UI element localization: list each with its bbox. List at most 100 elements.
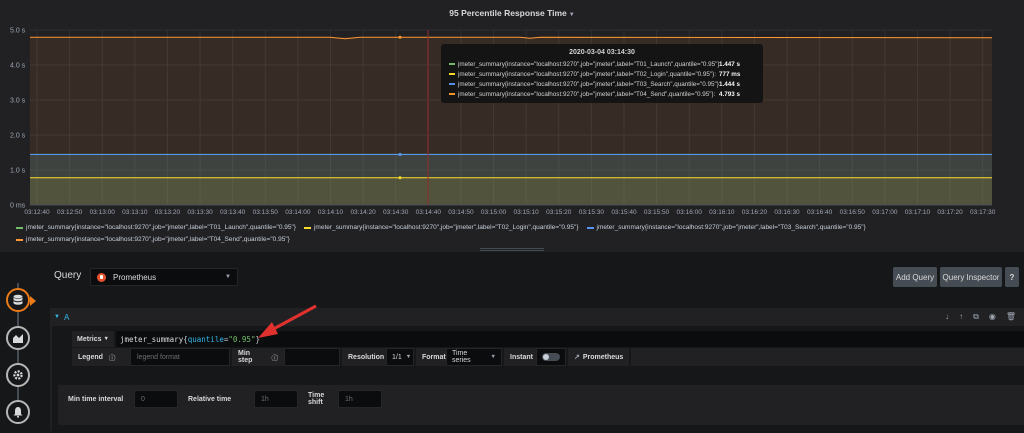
tooltip-time: 2020-03-04 03:14:30 bbox=[569, 49, 635, 56]
x-tick-label: 03:15:10 bbox=[513, 209, 539, 216]
collapse-icon[interactable]: ▼ bbox=[54, 314, 60, 320]
x-tick-label: 03:15:00 bbox=[481, 209, 507, 216]
x-tick-label: 03:13:20 bbox=[155, 209, 181, 216]
y-tick-label: 1.0 s bbox=[10, 168, 26, 175]
tooltip-series-value: 1.447 s bbox=[719, 60, 741, 68]
panel-title-text[interactable]: 95 Percentile Response Time bbox=[449, 8, 566, 18]
add-query-button[interactable]: Add Query bbox=[893, 267, 937, 287]
time-shift-label: Time shift bbox=[302, 390, 338, 408]
info-icon[interactable]: ⓘ bbox=[109, 352, 116, 362]
legend-label: jmeter_summary{instance="localhost:9270"… bbox=[26, 224, 296, 231]
external-link-icon: ↗ bbox=[574, 354, 580, 361]
x-tick-label: 03:17:30 bbox=[970, 209, 996, 216]
database-icon bbox=[13, 294, 23, 305]
x-tick-label: 03:15:30 bbox=[579, 209, 605, 216]
time-shift-input[interactable]: 1h bbox=[338, 390, 382, 408]
tooltip-series-name: jmeter_summary{instance="localhost:9270"… bbox=[458, 70, 717, 78]
x-tick-label: 03:16:10 bbox=[709, 209, 735, 216]
query-editor: Query Prometheus ▼ Add Query Query Inspe… bbox=[40, 257, 1024, 433]
x-tick-label: 03:13:30 bbox=[187, 209, 213, 216]
resolution-value: 1/1 bbox=[392, 353, 402, 361]
alert-tab[interactable] bbox=[6, 400, 30, 424]
move-down-icon[interactable]: ↓ bbox=[945, 312, 949, 322]
chevron-down-icon: ▼ bbox=[103, 336, 109, 342]
bell-icon bbox=[13, 407, 23, 418]
chevron-down-icon[interactable]: ▼ bbox=[569, 12, 575, 18]
move-up-icon[interactable]: ↑ bbox=[959, 312, 963, 322]
datasource-name: Prometheus bbox=[113, 272, 157, 282]
x-tick-label: 03:13:10 bbox=[122, 209, 148, 216]
legend-item[interactable]: jmeter_summary{instance="localhost:9270"… bbox=[16, 222, 296, 234]
x-tick-label: 03:17:20 bbox=[937, 209, 963, 216]
panel-resize-handle[interactable] bbox=[480, 248, 544, 251]
promql-expression-input[interactable]: jmeter_summary{quantile = "0.95"} bbox=[116, 331, 1024, 347]
x-tick-label: 03:16:40 bbox=[807, 209, 833, 216]
info-icon[interactable]: ⓘ bbox=[272, 352, 279, 362]
x-tick-label: 03:15:20 bbox=[546, 209, 572, 216]
legend-item[interactable]: jmeter_summary{instance="localhost:9270"… bbox=[586, 222, 866, 234]
general-tab[interactable] bbox=[6, 363, 30, 387]
y-tick-label: 3.0 s bbox=[10, 98, 26, 105]
panel-title[interactable]: 95 Percentile Response Time ▼ bbox=[0, 8, 1024, 18]
x-tick-label: 03:17:00 bbox=[872, 209, 898, 216]
x-tick-label: 03:13:00 bbox=[90, 209, 116, 216]
tooltip-series-value: 777 ms bbox=[719, 70, 741, 78]
hover-point bbox=[398, 152, 402, 156]
x-tick-label: 03:12:40 bbox=[24, 209, 50, 216]
legend-format-input[interactable]: legend format bbox=[130, 348, 230, 366]
eye-icon[interactable]: ◉ bbox=[989, 312, 996, 322]
hover-point bbox=[398, 176, 402, 180]
visualization-tab[interactable] bbox=[6, 326, 30, 350]
query-heading: Query bbox=[54, 270, 82, 281]
hover-point bbox=[398, 35, 402, 39]
query-options-row: Legend ⓘ legend format Min step ⓘ Resoluti… bbox=[72, 348, 1024, 366]
x-tick-label: 03:15:40 bbox=[611, 209, 637, 216]
legend-swatch bbox=[586, 227, 594, 229]
chevron-down-icon: ▼ bbox=[490, 354, 496, 360]
chevron-down-icon: ▼ bbox=[405, 354, 412, 360]
instant-toggle[interactable] bbox=[536, 348, 566, 366]
prometheus-link[interactable]: ↗ Prometheus bbox=[568, 348, 630, 366]
format-select[interactable]: Time series ▼ bbox=[446, 348, 502, 366]
tooltip-series-value: 1.444 s bbox=[719, 80, 741, 88]
metrics-button[interactable]: Metrics ▼ bbox=[72, 331, 114, 347]
query-inspector-button[interactable]: Query Inspector bbox=[940, 267, 1002, 287]
tooltip-row: jmeter_summary{instance="localhost:9270"… bbox=[449, 69, 755, 79]
chart-legend: jmeter_summary{instance="localhost:9270"… bbox=[16, 222, 1016, 246]
min-step-label: Min step ⓘ bbox=[232, 348, 284, 366]
expr-metric: jmeter_summary bbox=[120, 334, 184, 344]
min-step-label-text: Min step bbox=[238, 350, 253, 364]
toggle-track bbox=[542, 353, 560, 361]
y-tick-label: 0 ms bbox=[10, 203, 26, 210]
expr-brace-close: } bbox=[255, 334, 260, 344]
queries-tab[interactable] bbox=[6, 288, 36, 312]
x-tick-label: 03:14:20 bbox=[350, 209, 376, 216]
gear-icon bbox=[13, 370, 23, 380]
duplicate-icon[interactable]: ⧉ bbox=[973, 312, 979, 322]
datasource-picker[interactable]: Prometheus ▼ bbox=[90, 268, 238, 286]
graph-panel: 95 Percentile Response Time ▼ 0 ms 1.0 s 2.… bbox=[0, 0, 1024, 252]
editor-sidebar bbox=[0, 255, 40, 433]
resolution-select[interactable]: 1/1 ▼ bbox=[386, 348, 414, 366]
tooltip-series-name: jmeter_summary{instance="localhost:9270"… bbox=[458, 90, 716, 98]
help-button[interactable]: ? bbox=[1005, 267, 1019, 287]
query-row-header[interactable]: ▼ A ↓ ↑ ⧉ ◉ 🗑 bbox=[50, 308, 1024, 326]
query-ref-id[interactable]: A bbox=[64, 313, 69, 322]
legend-item[interactable]: jmeter_summary{instance="localhost:9270"… bbox=[16, 234, 290, 246]
x-tick-label: 03:14:40 bbox=[416, 209, 442, 216]
legend-item[interactable]: jmeter_summary{instance="localhost:9270"… bbox=[303, 222, 579, 234]
relative-time-input[interactable]: 1h bbox=[254, 390, 298, 408]
min-interval-input[interactable]: 0 bbox=[134, 390, 178, 408]
trash-icon[interactable]: 🗑 bbox=[1006, 312, 1016, 322]
x-tick-label: 03:17:10 bbox=[905, 209, 931, 216]
x-tick-label: 03:14:50 bbox=[448, 209, 474, 216]
legend-label: Legend ⓘ bbox=[72, 348, 130, 366]
min-step-input[interactable] bbox=[284, 348, 340, 366]
tooltip-swatch bbox=[449, 63, 455, 65]
legend-label-text: Legend bbox=[78, 353, 103, 361]
metrics-label: Metrics bbox=[77, 335, 102, 343]
prometheus-icon bbox=[97, 272, 106, 282]
instant-label: Instant bbox=[504, 348, 536, 366]
legend-swatch bbox=[303, 227, 311, 229]
x-tick-label: 03:16:30 bbox=[774, 209, 800, 216]
